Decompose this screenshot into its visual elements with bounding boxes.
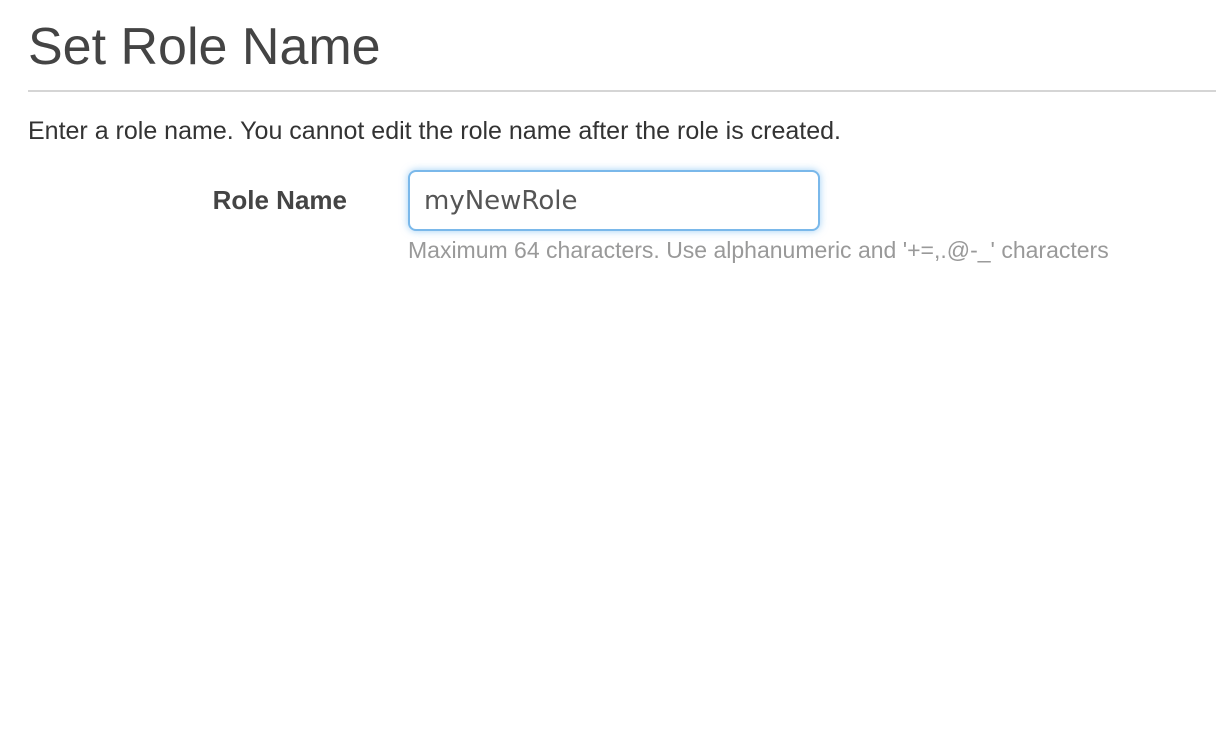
title-divider — [28, 90, 1216, 92]
page-title: Set Role Name — [28, 18, 381, 76]
role-name-input[interactable] — [408, 170, 820, 231]
role-name-label: Role Name — [212, 185, 347, 215]
role-name-hint: Maximum 64 characters. Use alphanumeric … — [408, 237, 1109, 263]
page-description: Enter a role name. You cannot edit the r… — [28, 117, 842, 145]
